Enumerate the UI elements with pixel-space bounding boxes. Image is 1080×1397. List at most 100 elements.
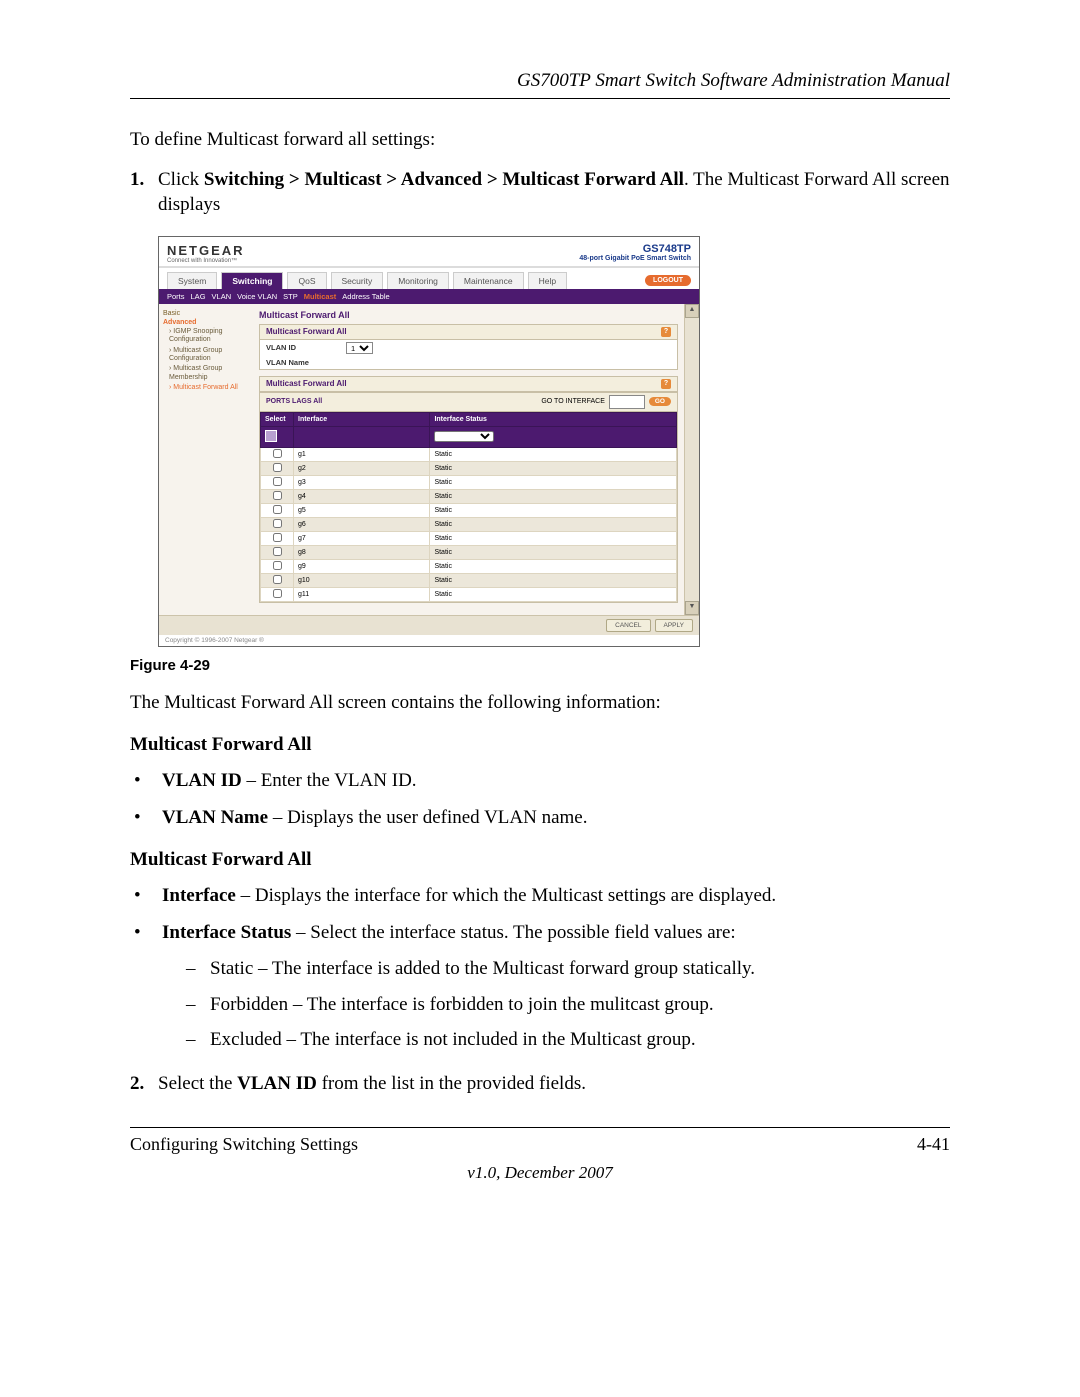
status-filter-select[interactable]: [434, 431, 494, 442]
row-interface: g7: [294, 531, 430, 545]
row-checkbox[interactable]: [273, 547, 282, 556]
row-checkbox[interactable]: [273, 491, 282, 500]
table-row: g1Static: [261, 447, 677, 461]
interface-table: Select Interface Interface Status g1Stat…: [260, 412, 677, 602]
section-1-head: Multicast Forward All: [130, 734, 950, 756]
help-icon-2[interactable]: ?: [661, 379, 671, 389]
logout-button[interactable]: LOGOUT: [645, 275, 691, 286]
row-checkbox[interactable]: [273, 505, 282, 514]
table-row: g9Static: [261, 559, 677, 573]
footer-right: 4-41: [917, 1134, 950, 1155]
ports-lags-all[interactable]: PORTS LAGS All: [266, 398, 537, 405]
sidebar-advanced[interactable]: Advanced: [163, 319, 253, 326]
vlan-id-label: VLAN ID: [266, 343, 346, 352]
step-1-lead: Click: [158, 169, 204, 190]
tab-qos[interactable]: QoS: [287, 272, 326, 289]
scrollbar[interactable]: ▲ ▼: [684, 304, 699, 615]
copyright: Copyright © 1996-2007 Netgear ®: [159, 635, 699, 646]
box1-head: Multicast Forward All: [266, 327, 347, 336]
row-interface: g8: [294, 545, 430, 559]
row-checkbox[interactable]: [273, 519, 282, 528]
tab-maintenance[interactable]: Maintenance: [453, 272, 524, 289]
row-interface: g5: [294, 503, 430, 517]
row-interface: g4: [294, 489, 430, 503]
footer: Configuring Switching Settings 4-41: [130, 1127, 950, 1155]
sidebar-basic[interactable]: Basic: [163, 310, 253, 317]
help-icon[interactable]: ?: [661, 327, 671, 337]
after-figure-text: The Multicast Forward All screen contain…: [130, 690, 950, 716]
vlan-name-label: VLAN Name: [266, 358, 346, 367]
subtab-vlan[interactable]: VLAN: [212, 292, 232, 301]
tab-monitoring[interactable]: Monitoring: [387, 272, 449, 289]
apply-button[interactable]: APPLY: [655, 619, 693, 632]
screenshot: NETGEAR Connect with Innovation™ GS748TP…: [158, 236, 700, 647]
row-checkbox[interactable]: [273, 575, 282, 584]
row-status: Static: [430, 447, 677, 461]
bullet-interface: • Interface – Displays the interface for…: [130, 883, 950, 909]
model-name: GS748TP: [579, 243, 691, 255]
row-checkbox[interactable]: [273, 533, 282, 542]
row-checkbox[interactable]: [273, 449, 282, 458]
subtab-voice-vlan[interactable]: Voice VLAN: [237, 292, 277, 301]
cancel-button[interactable]: CANCEL: [606, 619, 650, 632]
tab-help[interactable]: Help: [528, 272, 567, 289]
row-interface: g6: [294, 517, 430, 531]
scroll-down-icon[interactable]: ▼: [685, 601, 699, 615]
row-checkbox[interactable]: [273, 463, 282, 472]
sidebar-item-mfa[interactable]: › Multicast Forward All: [169, 384, 253, 392]
manual-title: GS700TP Smart Switch Software Administra…: [130, 70, 950, 99]
goto-input[interactable]: [609, 395, 645, 409]
figure-caption: Figure 4-29: [130, 657, 950, 674]
go-button[interactable]: GO: [649, 397, 671, 406]
sidebar-item-mgm[interactable]: › Multicast Group Membership: [169, 365, 253, 382]
row-status: Static: [430, 475, 677, 489]
step-2-body: Select the VLAN ID from the list in the …: [158, 1071, 950, 1097]
tab-system[interactable]: System: [167, 272, 217, 289]
step-1-body: Click Switching > Multicast > Advanced >…: [158, 167, 950, 218]
brand-tagline: Connect with Innovation™: [167, 258, 245, 264]
row-checkbox[interactable]: [273, 561, 282, 570]
step-1-path: Switching > Multicast > Advanced > Multi…: [204, 169, 684, 190]
col-interface: Interface: [294, 412, 430, 426]
sidebar: Basic Advanced › IGMP Snooping Configura…: [159, 304, 257, 615]
row-status: Static: [430, 517, 677, 531]
row-status: Static: [430, 559, 677, 573]
subtab-ports[interactable]: Ports: [167, 292, 185, 301]
table-row: g2Static: [261, 461, 677, 475]
step-2-num: 2.: [130, 1071, 158, 1097]
subtab-stp[interactable]: STP: [283, 292, 298, 301]
col-select: Select: [261, 412, 294, 426]
table-row: g11Static: [261, 587, 677, 601]
panel-box-1: Multicast Forward All ? VLAN ID 1 VLAN N…: [259, 324, 678, 370]
tab-switching[interactable]: Switching: [221, 272, 283, 289]
main-tabs: System Switching QoS Security Monitoring…: [159, 268, 699, 289]
intro-text: To define Multicast forward all settings…: [130, 127, 950, 153]
subtab-multicast[interactable]: Multicast: [304, 292, 337, 301]
sidebar-item-igmp[interactable]: › IGMP Snooping Configuration: [169, 328, 253, 345]
select-all-checkbox[interactable]: [265, 430, 277, 442]
table-row: g4Static: [261, 489, 677, 503]
row-checkbox[interactable]: [273, 477, 282, 486]
subtab-lag[interactable]: LAG: [191, 292, 206, 301]
subtab-address-table[interactable]: Address Table: [342, 292, 389, 301]
dash-static: – Static – The interface is added to the…: [130, 956, 950, 982]
row-checkbox[interactable]: [273, 589, 282, 598]
bullet-vlan-name: • VLAN Name – Displays the user defined …: [130, 805, 950, 831]
table-row: g7Static: [261, 531, 677, 545]
row-status: Static: [430, 489, 677, 503]
row-status: Static: [430, 573, 677, 587]
scroll-up-icon[interactable]: ▲: [685, 304, 699, 318]
table-row: g6Static: [261, 517, 677, 531]
step-1-num: 1.: [130, 167, 158, 218]
box2-head: Multicast Forward All: [266, 379, 347, 388]
vlan-id-select[interactable]: 1: [346, 342, 373, 354]
table-row: g5Static: [261, 503, 677, 517]
tab-security[interactable]: Security: [331, 272, 384, 289]
row-interface: g1: [294, 447, 430, 461]
bullet-interface-status: • Interface Status – Select the interfac…: [130, 920, 950, 946]
table-row: g3Static: [261, 475, 677, 489]
row-status: Static: [430, 531, 677, 545]
sidebar-item-mgc[interactable]: › Multicast Group Configuration: [169, 347, 253, 364]
row-status: Static: [430, 587, 677, 601]
table-row: g10Static: [261, 573, 677, 587]
